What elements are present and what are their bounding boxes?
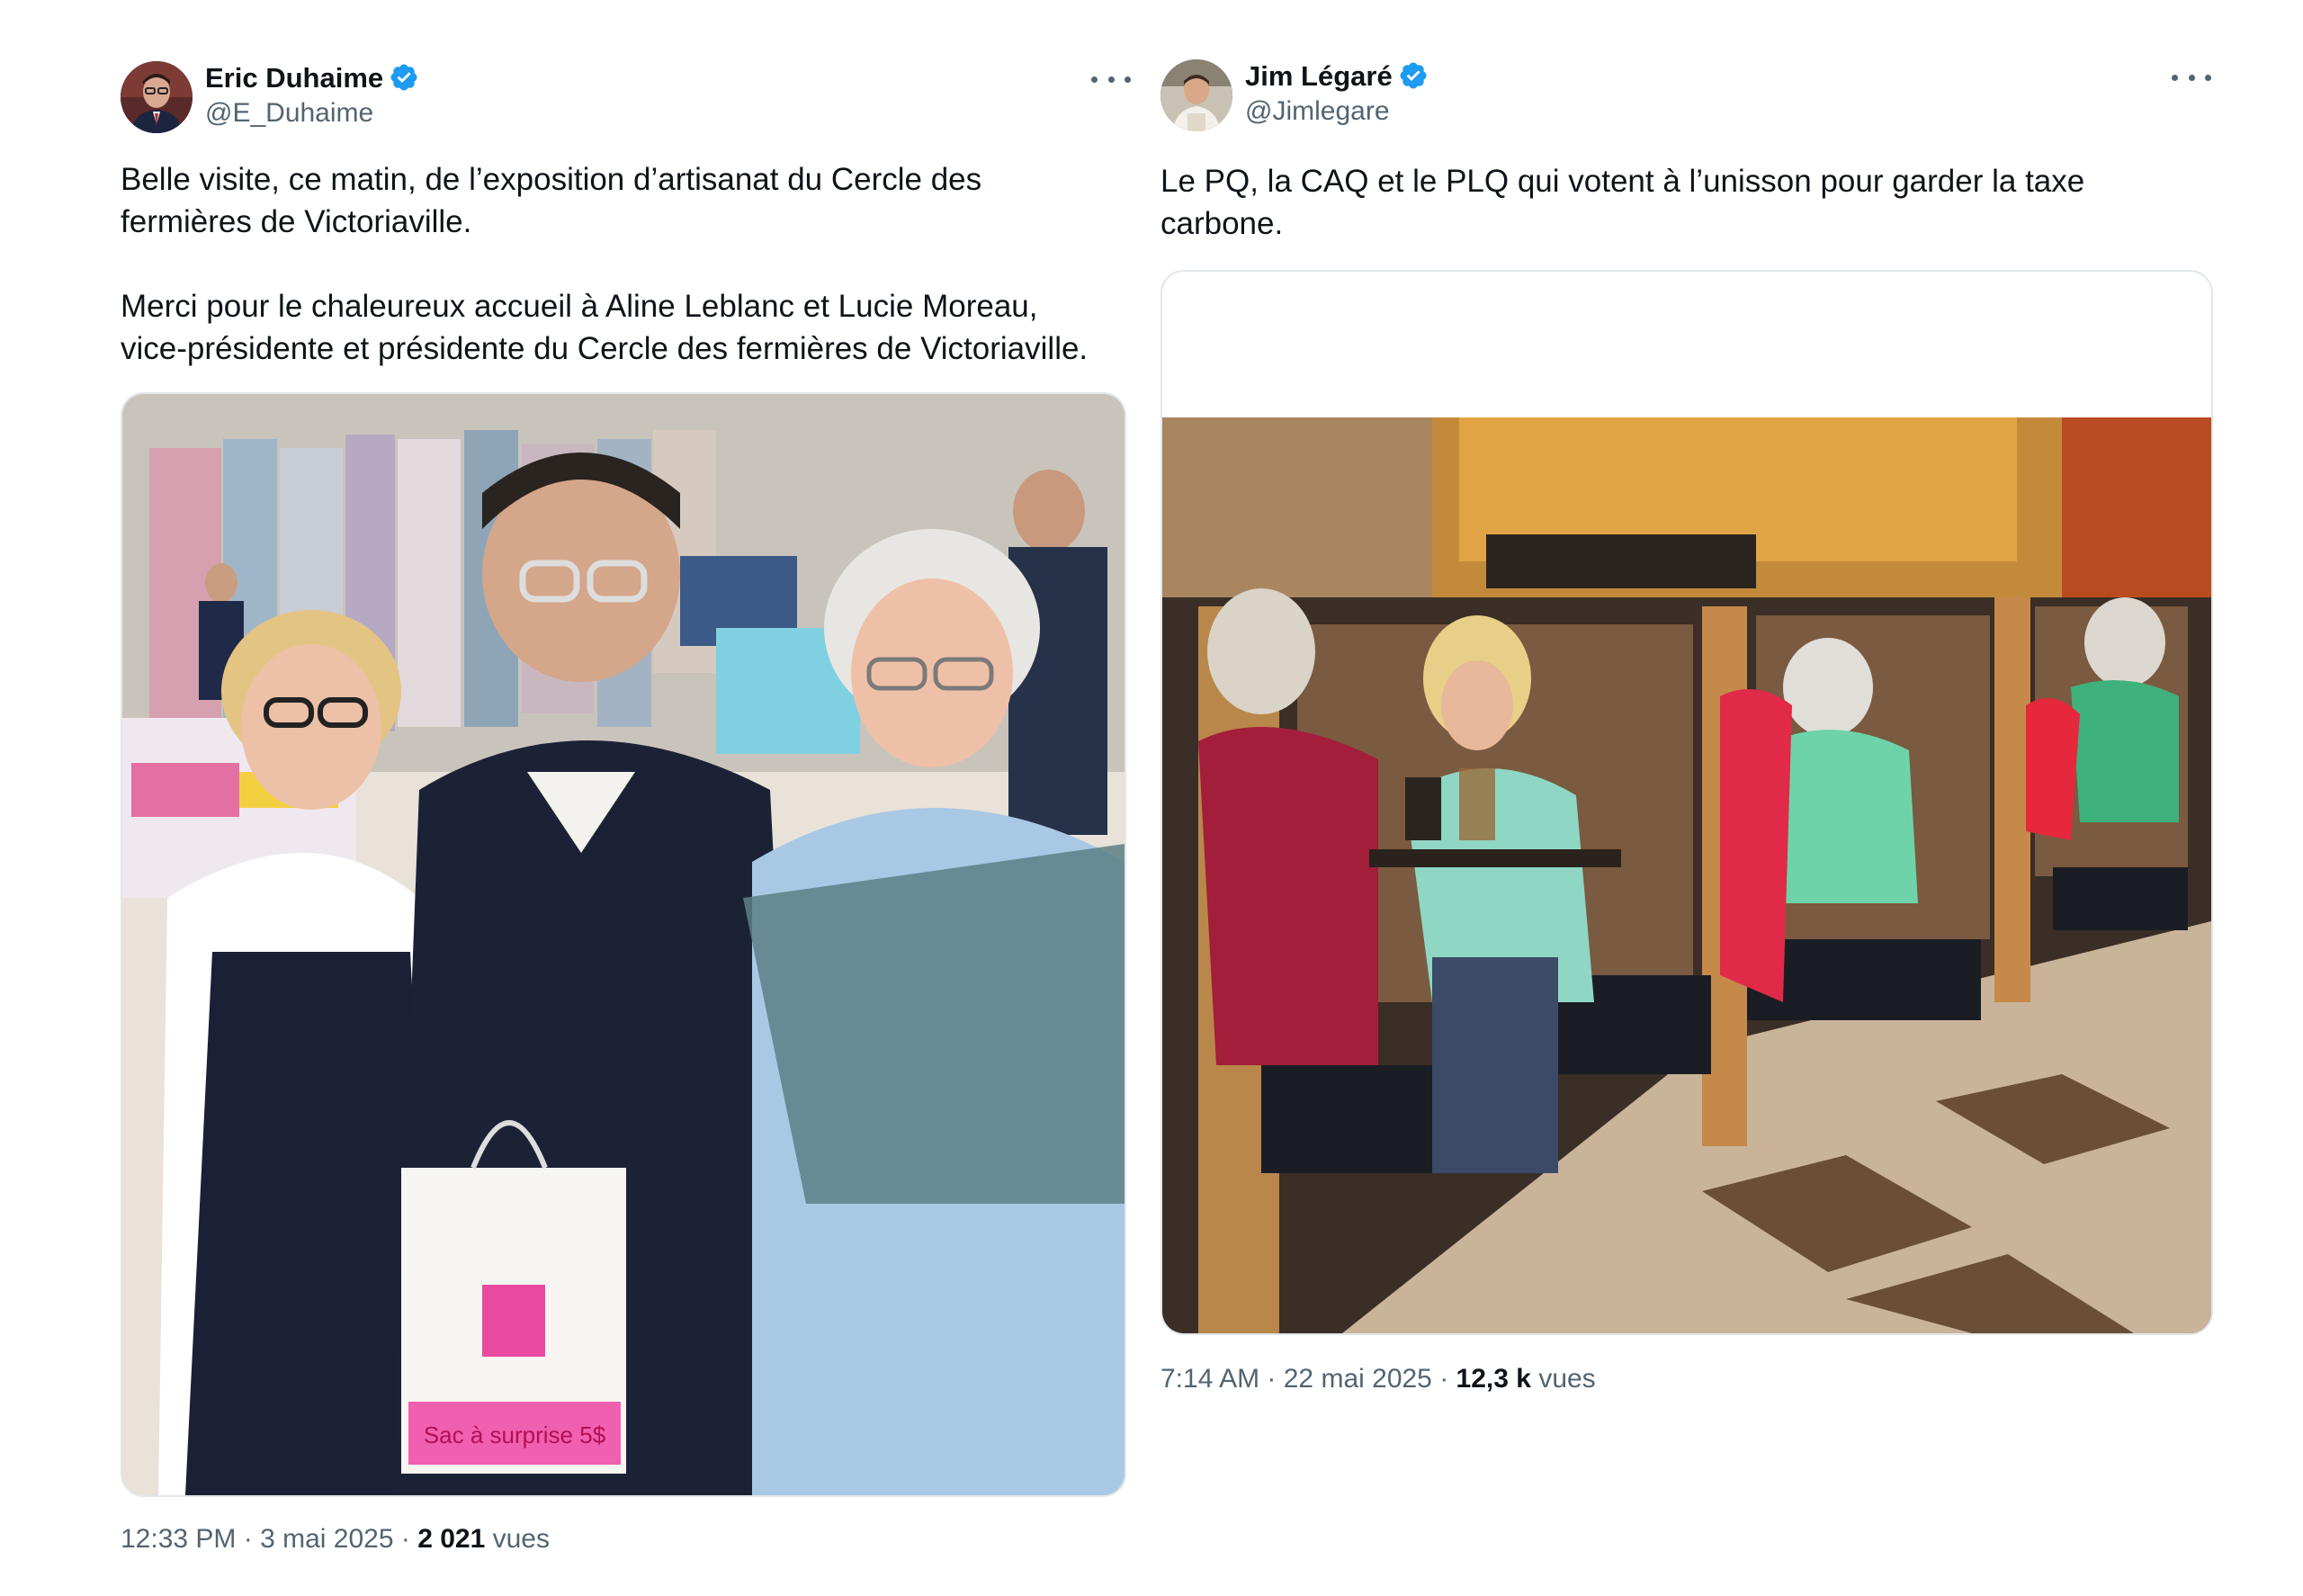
tweet-paragraph: Merci pour le chaleureux accueil à Aline… — [121, 289, 1089, 366]
tweet-paragraph: Belle visite, ce matin, de l’exposition … — [121, 162, 982, 239]
views-count: 2 021 — [417, 1524, 486, 1554]
more-options-button[interactable] — [1091, 68, 1131, 90]
tweet-time[interactable]: 7:14 AM — [1160, 1364, 1259, 1394]
more-dot-icon — [2188, 74, 2195, 81]
views-count: 12,3 k — [1456, 1364, 1531, 1394]
tweet-meta: 12:33 PM · 3 mai 2025 · 2 021 vues — [121, 1522, 550, 1556]
tweet-date[interactable]: 3 mai 2025 — [260, 1524, 393, 1554]
views-label: vues — [492, 1524, 550, 1554]
author-name-text[interactable]: Jim Légaré — [1245, 60, 1393, 92]
restaurant-booths-photo — [1162, 272, 2211, 1333]
tweet-text: Belle visite, ce matin, de l’exposition … — [121, 158, 1110, 370]
author-name-text[interactable]: Eric Duhaime — [205, 62, 383, 94]
craft-exhibition-photo: Sac à surprise 5$ — [122, 394, 1125, 1495]
more-dot-icon — [2205, 74, 2211, 81]
author-handle[interactable]: @E_Duhaime — [205, 97, 373, 130]
tweet-photo[interactable] — [1160, 270, 2213, 1335]
more-dot-icon — [1125, 76, 1131, 83]
meta-separator: · — [1259, 1364, 1284, 1394]
author-name[interactable]: Eric Duhaime — [205, 61, 419, 95]
author-name[interactable]: Jim Légaré — [1245, 59, 1429, 94]
tweet-paragraph: Le PQ, la CAQ et le PLQ qui votent à l’u… — [1160, 164, 2085, 241]
tweet-jim-legare: Jim Légaré @Jimlegare Le PQ, la CAQ et l… — [1143, 0, 2303, 1596]
bag-label: Sac à surprise 5$ — [424, 1421, 606, 1448]
author-handle[interactable]: @Jimlegare — [1245, 95, 1390, 128]
tweet-date[interactable]: 22 mai 2025 — [1284, 1364, 1432, 1394]
person-portrait-avatar-icon — [1160, 59, 1232, 131]
views-label: vues — [1538, 1364, 1596, 1394]
meta-separator: · — [1431, 1364, 1456, 1394]
more-options-button[interactable] — [2172, 67, 2211, 88]
author-avatar[interactable] — [121, 61, 193, 133]
author-avatar[interactable] — [1160, 59, 1232, 131]
more-dot-icon — [2172, 74, 2178, 81]
more-dot-icon — [1091, 76, 1098, 83]
verified-badge-icon — [390, 64, 417, 91]
tweet-time[interactable]: 12:33 PM — [121, 1524, 236, 1554]
tweet-meta: 7:14 AM · 22 mai 2025 · 12,3 k vues — [1160, 1362, 1596, 1396]
tweet-photo[interactable]: Sac à surprise 5$ — [121, 392, 1126, 1497]
more-dot-icon — [1107, 76, 1115, 83]
tweet-eric-duhaime: Eric Duhaime @E_Duhaime Belle visite, ce… — [0, 0, 1143, 1596]
tweet-text: Le PQ, la CAQ et le PLQ qui votent à l’u… — [1160, 160, 2150, 245]
meta-separator: · — [236, 1524, 261, 1554]
verified-badge-icon — [1400, 62, 1427, 89]
person-portrait-avatar-icon — [121, 61, 193, 133]
meta-separator: · — [393, 1524, 418, 1554]
